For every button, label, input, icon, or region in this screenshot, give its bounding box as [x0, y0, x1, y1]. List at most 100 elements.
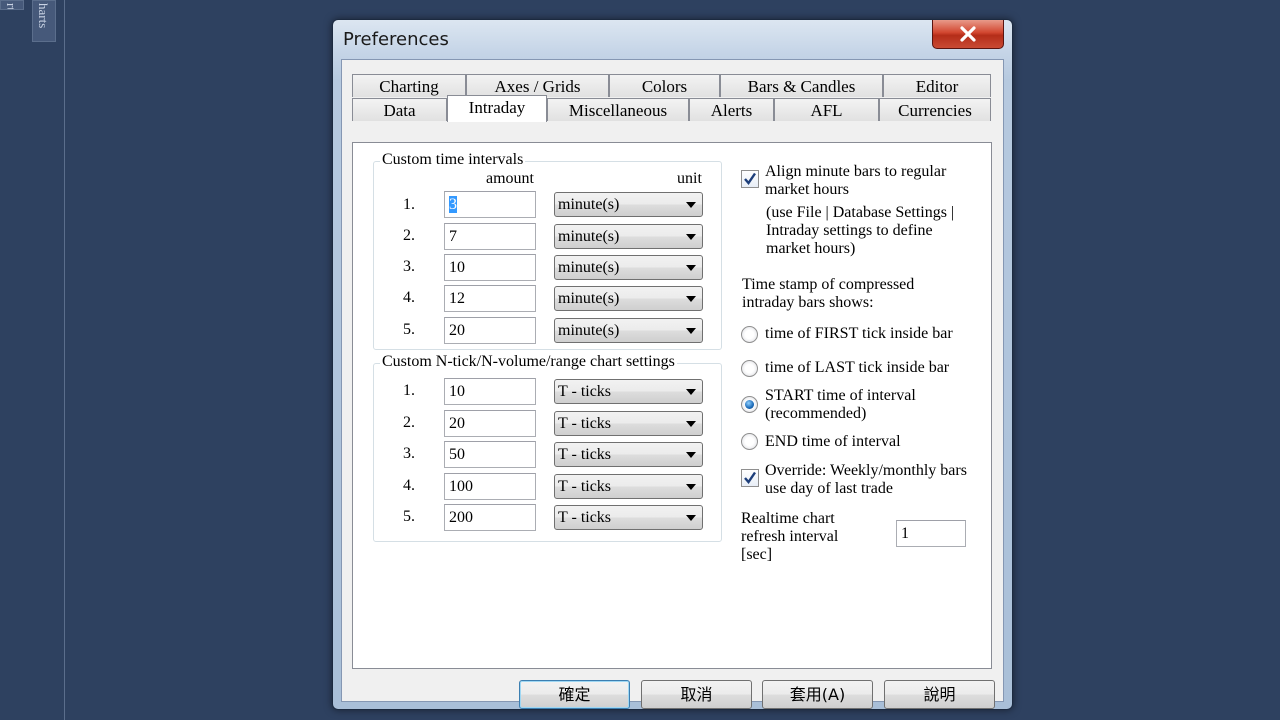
checkmark-icon — [744, 471, 756, 484]
tab-data[interactable]: Data — [352, 98, 447, 121]
dialog-title: Preferences — [343, 29, 449, 50]
chevron-down-icon — [686, 234, 696, 240]
interval-unit-value: minute(s) — [558, 259, 620, 276]
timestamp-label-line1: Time stamp of compressed — [742, 276, 915, 293]
tab-currencies[interactable]: Currencies — [879, 98, 991, 121]
radio-end-time-label: END time of interval — [765, 433, 901, 450]
ntick-amount-input[interactable]: 20 — [444, 410, 536, 437]
interval-unit-value: minute(s) — [558, 290, 620, 307]
ntick-unit-select[interactable]: T - ticks — [554, 379, 703, 404]
ntick-unit-select[interactable]: T - ticks — [554, 442, 703, 467]
ntick-amount-value: 20 — [449, 415, 465, 432]
interval-row-number: 4. — [403, 289, 415, 306]
interval-amount-input[interactable]: 10 — [444, 254, 536, 281]
ntick-unit-value: T - ticks — [558, 383, 612, 400]
ntick-amount-input[interactable]: 100 — [444, 473, 536, 500]
interval-amount-value: 3 — [449, 196, 457, 213]
chevron-down-icon — [686, 484, 696, 490]
align-note-line3: market hours) — [766, 240, 856, 257]
interval-unit-select[interactable]: minute(s) — [554, 224, 703, 249]
chevron-down-icon — [686, 328, 696, 334]
interval-row-number: 5. — [403, 321, 415, 338]
ntick-amount-value: 10 — [449, 383, 465, 400]
radio-end-time[interactable] — [741, 433, 758, 450]
tab-charting[interactable]: Charting — [352, 74, 466, 97]
cancel-button[interactable]: 取消 — [641, 680, 752, 709]
vertical-tab-charts-label: harts — [36, 3, 51, 29]
desktop-side-panel: rts harts — [0, 0, 65, 720]
tab-intraday[interactable]: Intraday — [447, 95, 547, 122]
ntick-unit-value: T - ticks — [558, 478, 612, 495]
chevron-down-icon — [686, 421, 696, 427]
interval-amount-value: 7 — [449, 228, 457, 245]
vertical-tab-charts[interactable]: harts — [32, 0, 56, 42]
refresh-label-line2: refresh interval — [741, 528, 839, 545]
interval-amount-input[interactable]: 20 — [444, 317, 536, 344]
ok-button[interactable]: 確定 — [519, 680, 630, 709]
ntick-amount-input[interactable]: 50 — [444, 441, 536, 468]
interval-unit-select[interactable]: minute(s) — [554, 318, 703, 343]
ntick-amount-value: 200 — [449, 509, 473, 526]
interval-amount-input[interactable]: 12 — [444, 285, 536, 312]
chevron-down-icon — [686, 389, 696, 395]
ntick-unit-value: T - ticks — [558, 446, 612, 463]
radio-start-line2: (recommended) — [765, 405, 867, 422]
vertical-tab-left[interactable]: rts — [0, 0, 24, 10]
tab-colors[interactable]: Colors — [609, 74, 720, 97]
help-button[interactable]: 說明 — [884, 680, 995, 709]
radio-start-time-label: START time of interval (recommended) — [765, 387, 916, 423]
apply-button[interactable]: 套用(A) — [762, 680, 873, 709]
radio-last-tick[interactable] — [741, 360, 758, 377]
interval-amount-input[interactable]: 7 — [444, 223, 536, 250]
align-minute-bars-label: Align minute bars to regular market hour… — [765, 163, 946, 199]
tab-afl[interactable]: AFL — [774, 98, 879, 121]
timestamp-label: Time stamp of compressed intraday bars s… — [742, 276, 914, 312]
interval-row-number: 1. — [403, 196, 415, 213]
tab-alerts[interactable]: Alerts — [689, 98, 774, 121]
radio-selected-dot — [745, 400, 754, 409]
amount-header: amount — [486, 170, 534, 187]
align-note: (use File | Database Settings | Intraday… — [766, 204, 954, 258]
refresh-interval-input[interactable]: 1 — [896, 520, 966, 547]
chevron-down-icon — [686, 452, 696, 458]
interval-unit-select[interactable]: minute(s) — [554, 192, 703, 217]
radio-start-line1: START time of interval — [765, 387, 916, 404]
ntick-unit-select[interactable]: T - ticks — [554, 411, 703, 436]
ntick-amount-input[interactable]: 10 — [444, 378, 536, 405]
ntick-unit-value: T - ticks — [558, 415, 612, 432]
ntick-row-number: 2. — [403, 414, 415, 431]
vertical-tab-left-label: rts — [4, 3, 19, 10]
interval-amount-value: 12 — [449, 290, 465, 307]
ntick-unit-value: T - ticks — [558, 509, 612, 526]
align-label-line2: market hours — [765, 181, 849, 198]
ntick-row-number: 3. — [403, 445, 415, 462]
custom-time-intervals-legend: Custom time intervals — [380, 151, 526, 169]
override-weekly-checkbox[interactable] — [741, 469, 759, 487]
radio-first-tick[interactable] — [741, 326, 758, 343]
ntick-unit-select[interactable]: T - ticks — [554, 505, 703, 530]
radio-start-time[interactable] — [741, 396, 758, 413]
interval-amount-input[interactable]: 3 — [444, 191, 536, 218]
override-weekly-label: Override: Weekly/monthly bars use day of… — [765, 462, 967, 498]
refresh-label-line3: [sec] — [741, 546, 773, 563]
align-minute-bars-checkbox[interactable] — [741, 170, 759, 188]
ntick-row-number: 1. — [403, 382, 415, 399]
tab-axes-grids[interactable]: Axes / Grids — [466, 74, 609, 97]
tab-editor[interactable]: Editor — [883, 74, 991, 97]
tab-miscellaneous[interactable]: Miscellaneous — [547, 98, 689, 121]
radio-first-tick-label: time of FIRST tick inside bar — [765, 325, 953, 342]
override-label-line2: use day of last trade — [765, 480, 893, 497]
dialog-client-area: Charting Axes / Grids Colors Bars & Cand… — [341, 59, 1004, 709]
interval-amount-value: 20 — [449, 322, 465, 339]
chevron-down-icon — [686, 515, 696, 521]
interval-unit-value: minute(s) — [558, 228, 620, 245]
ntick-amount-input[interactable]: 200 — [444, 504, 536, 531]
interval-unit-select[interactable]: minute(s) — [554, 286, 703, 311]
refresh-interval-value: 1 — [901, 525, 909, 542]
ntick-unit-select[interactable]: T - ticks — [554, 474, 703, 499]
interval-unit-select[interactable]: minute(s) — [554, 255, 703, 280]
tab-bars-candles[interactable]: Bars & Candles — [720, 74, 883, 97]
close-button[interactable] — [932, 20, 1004, 49]
override-label-line1: Override: Weekly/monthly bars — [765, 462, 967, 479]
interval-unit-value: minute(s) — [558, 196, 620, 213]
